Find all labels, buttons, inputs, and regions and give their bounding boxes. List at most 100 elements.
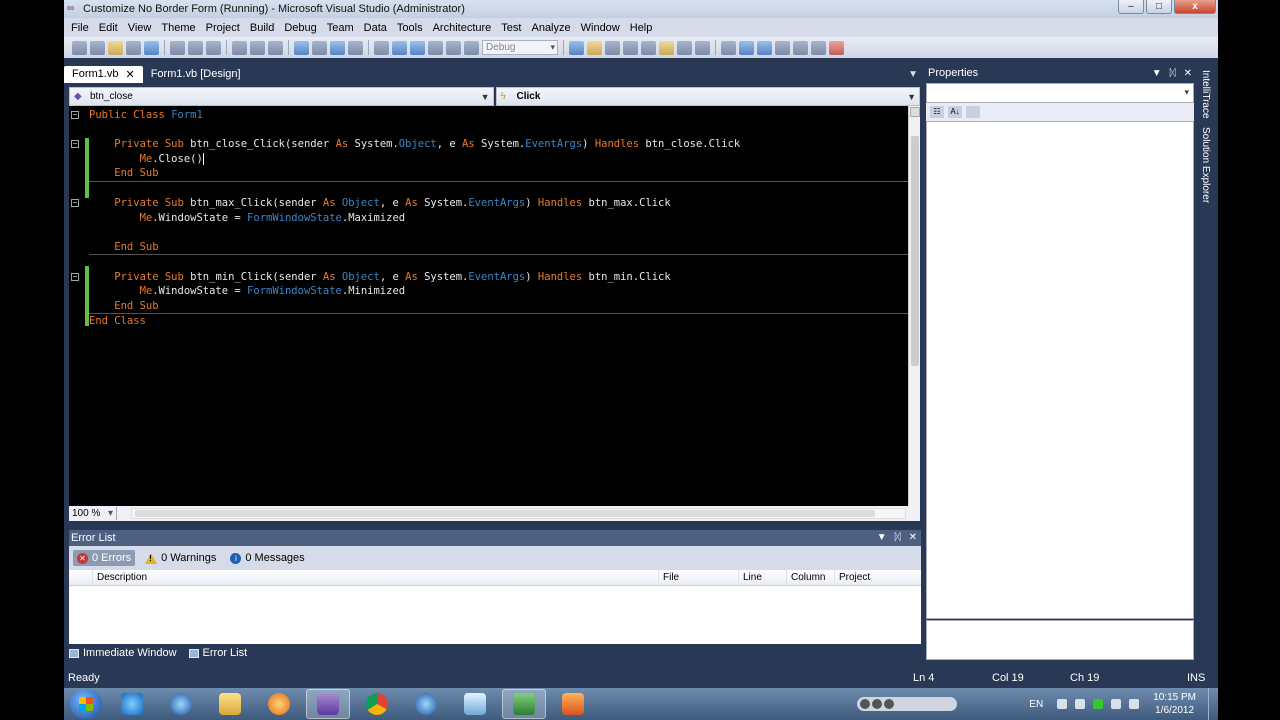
code-line[interactable]: End Sub [89, 299, 908, 314]
object-selector[interactable] [926, 83, 1194, 103]
stop-debugging-icon[interactable] [410, 40, 425, 55]
code-line[interactable]: Me.WindowState = FormWindowState.Maximiz… [89, 211, 908, 226]
close-tab-icon[interactable]: ✕ [125, 68, 134, 81]
redo-icon[interactable] [312, 40, 327, 55]
action-center-icon[interactable] [1075, 699, 1086, 709]
navigate-forward-icon[interactable] [348, 40, 363, 55]
taskbar-running-form[interactable] [502, 689, 546, 719]
collapse-icon[interactable]: − [71, 111, 79, 119]
object-browser-icon[interactable] [605, 40, 620, 55]
menu-architecture[interactable]: Architecture [428, 22, 497, 34]
solution-configuration-select[interactable]: Debug [482, 40, 558, 55]
column-description[interactable]: Description [93, 570, 659, 585]
power-icon[interactable] [1093, 699, 1104, 709]
text-editor-tool-icon[interactable] [721, 40, 736, 55]
taskbar-network-app-2[interactable] [404, 689, 448, 719]
uncomment-icon[interactable] [268, 40, 283, 55]
menu-view[interactable]: View [123, 22, 157, 34]
bookmark-icon[interactable] [775, 40, 790, 55]
record-icon[interactable] [829, 40, 844, 55]
editor-gutter[interactable] [69, 106, 83, 506]
show-desktop-button[interactable] [1208, 688, 1218, 720]
paste-icon[interactable] [206, 40, 221, 55]
code-lines[interactable]: − Public Class Form1 − Private Sub btn_clo… [71, 108, 908, 329]
code-line[interactable]: − Public Class Form1 [71, 108, 908, 123]
show-hidden-icons-icon[interactable] [1057, 699, 1068, 709]
code-line[interactable]: End Class [89, 314, 908, 329]
code-line[interactable]: − Private Sub btn_max_Click(sender As Ob… [71, 196, 908, 211]
team-explorer-icon[interactable] [659, 40, 674, 55]
taskbar-office[interactable] [551, 689, 595, 719]
navigate-backward-icon[interactable] [330, 40, 345, 55]
clock[interactable]: 10:15 PM 1/6/2012 [1153, 691, 1196, 717]
class-name-dropdown[interactable]: ◆ btn_close ▼ [69, 87, 494, 106]
taskbar-internet-explorer[interactable] [110, 689, 154, 719]
menu-data[interactable]: Data [359, 22, 392, 34]
menu-build[interactable]: Build [245, 22, 279, 34]
immediate-window-tab[interactable]: Immediate Window [69, 647, 177, 659]
error-list-tab[interactable]: Error List [188, 647, 247, 659]
pin-icon[interactable]: ᛞ [895, 530, 901, 546]
column-file[interactable]: File [659, 570, 739, 585]
alphabetical-icon[interactable]: A↓ [948, 106, 962, 118]
save-icon[interactable] [126, 40, 141, 55]
code-line[interactable]: − Private Sub btn_min_Click(sender As Ob… [71, 270, 908, 285]
start-button[interactable] [70, 689, 102, 719]
taskbar-visual-studio[interactable] [306, 689, 350, 719]
save-all-icon[interactable] [144, 40, 159, 55]
properties-window-icon[interactable] [587, 40, 602, 55]
media-controls[interactable] [857, 697, 958, 711]
bookmark-next-icon[interactable] [793, 40, 808, 55]
column-column[interactable]: Column [787, 570, 835, 585]
tools-icon[interactable] [641, 40, 656, 55]
title-bar[interactable]: ∞ Customize No Border Form (Running) - M… [64, 0, 1218, 18]
add-item-icon[interactable] [90, 40, 105, 55]
language-indicator[interactable]: EN [1029, 699, 1043, 710]
menu-file[interactable]: File [66, 22, 94, 34]
volume-icon[interactable] [1129, 699, 1140, 709]
code-line[interactable] [89, 123, 908, 138]
extension-manager-icon[interactable] [811, 40, 826, 55]
class-view-icon[interactable] [677, 40, 692, 55]
menu-debug[interactable]: Debug [279, 22, 321, 34]
indent-icon[interactable] [739, 40, 754, 55]
intellitrace-tab[interactable]: IntelliTrace [1200, 66, 1211, 123]
taskbar-media-player[interactable] [257, 689, 301, 719]
taskbar-explorer[interactable] [208, 689, 252, 719]
column-line[interactable]: Line [739, 570, 787, 585]
code-line[interactable]: End Sub [89, 240, 908, 255]
code-line[interactable] [89, 182, 908, 197]
menu-edit[interactable]: Edit [94, 22, 123, 34]
code-line[interactable] [89, 225, 908, 240]
collapse-icon[interactable]: − [71, 140, 79, 148]
menu-team[interactable]: Team [322, 22, 359, 34]
property-grid[interactable] [926, 121, 1194, 619]
horizontal-scrollbar[interactable] [131, 508, 906, 519]
code-line[interactable]: Me.Close() [89, 152, 908, 167]
close-icon[interactable]: ✕ [1184, 64, 1192, 83]
toolbox-icon[interactable] [623, 40, 638, 55]
window-position-icon[interactable]: ▼ [1152, 64, 1162, 83]
code-line[interactable]: End Sub [89, 166, 908, 181]
outdent-icon[interactable] [757, 40, 772, 55]
network-icon[interactable] [1111, 699, 1122, 709]
solution-explorer-tab[interactable]: Solution Explorer [1200, 123, 1211, 207]
find-icon[interactable] [232, 40, 247, 55]
maximize-button[interactable]: □ [1146, 0, 1172, 14]
messages-filter-button[interactable]: i 0 Messages [226, 550, 308, 566]
new-project-icon[interactable] [72, 40, 87, 55]
step-out-icon[interactable] [464, 40, 479, 55]
code-editor[interactable]: − Public Class Form1 − Private Sub btn_clo… [69, 106, 920, 506]
error-list-body[interactable] [69, 586, 921, 644]
warnings-filter-button[interactable]: ! 0 Warnings [141, 550, 220, 566]
start-debugging-icon[interactable] [374, 40, 389, 55]
undo-icon[interactable] [294, 40, 309, 55]
taskbar-chrome[interactable] [355, 689, 399, 719]
menu-analyze[interactable]: Analyze [526, 22, 575, 34]
window-position-icon[interactable]: ▼ [877, 530, 887, 546]
minimize-button[interactable]: – [1118, 0, 1144, 14]
taskbar-network-app[interactable] [159, 689, 203, 719]
close-button[interactable]: x [1174, 0, 1216, 14]
previous-icon[interactable] [860, 699, 871, 709]
scrollbar-thumb[interactable] [911, 136, 919, 366]
